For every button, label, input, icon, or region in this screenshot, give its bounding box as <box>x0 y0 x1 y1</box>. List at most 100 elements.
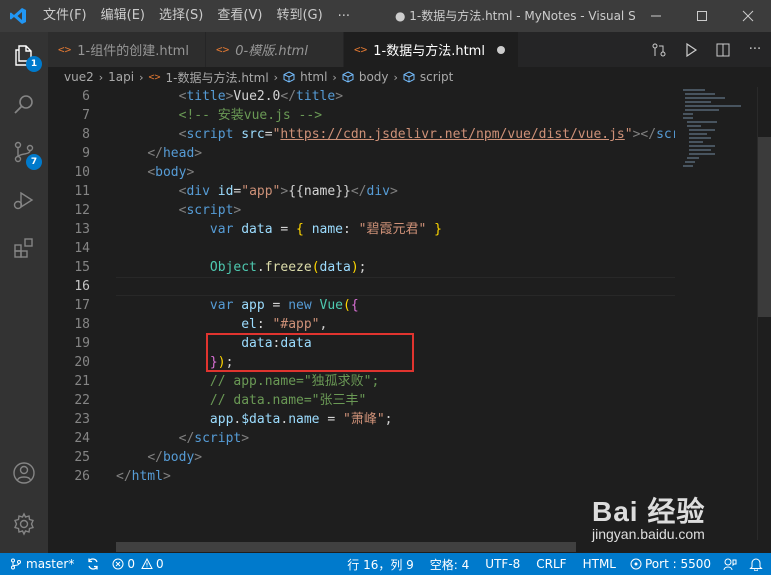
error-icon <box>112 558 124 570</box>
minimap-line <box>689 149 711 151</box>
html-file-icon: <> <box>216 43 230 56</box>
unsaved-dot-icon[interactable] <box>496 45 505 54</box>
tab-label: 1-数据与方法.html <box>373 44 485 59</box>
extensions-button[interactable] <box>0 224 48 272</box>
code-line: </script> <box>178 431 250 446</box>
code-line: // data.name="张三丰" <box>116 391 675 410</box>
breadcrumb-item[interactable]: body <box>359 70 389 84</box>
code-line: // app.name="独孤求败"; <box>116 372 675 391</box>
cube-icon <box>283 71 295 83</box>
live-server-port[interactable]: Port : 5500 <box>624 553 717 575</box>
open-changes-button[interactable] <box>643 32 675 67</box>
script-src-link[interactable]: https://cdn.jsdelivr.net/npm/vue/dist/vu… <box>280 127 624 142</box>
tab-component-creation[interactable]: <> 1-组件的创建.html <box>48 32 206 67</box>
tab-template[interactable]: <> 0-模版.html <box>206 32 344 67</box>
close-window-button[interactable] <box>725 0 771 32</box>
annotation-highlight-box <box>206 333 414 372</box>
code-line: <div id="app">{{name}}</div> <box>178 184 398 199</box>
source-control-button[interactable]: 7 <box>0 128 48 176</box>
branch-name: master* <box>26 557 75 571</box>
baidu-jingyan-watermark: Bai 经验 jingyan.baidu.com <box>588 490 758 550</box>
sync-button[interactable] <box>80 553 106 575</box>
search-icon <box>14 95 33 114</box>
menu-edit[interactable]: 编辑(E) <box>94 0 152 32</box>
menu-selection[interactable]: 选择(S) <box>152 0 210 32</box>
branch-indicator[interactable]: master* <box>0 553 80 575</box>
line-number: 9 <box>82 146 90 161</box>
indentation[interactable]: 空格: 4 <box>422 553 478 575</box>
search-button[interactable] <box>0 80 48 128</box>
minimap-line <box>683 117 693 119</box>
feedback-button[interactable] <box>717 553 743 575</box>
code-editor[interactable]: 6 7 8 9 10 11 12 13 14 15 16 17 18 19 20… <box>48 87 675 540</box>
line-number: 11 <box>74 184 90 199</box>
tab-data-and-methods[interactable]: <> 1-数据与方法.html <box>344 32 519 67</box>
maximize-button[interactable] <box>679 0 725 32</box>
menu-view[interactable]: 查看(V) <box>210 0 269 32</box>
code-line: </body> <box>147 450 203 465</box>
explorer-button[interactable]: 1 <box>0 32 48 80</box>
breadcrumb-item[interactable]: 1api <box>108 70 134 84</box>
end-of-line[interactable]: CRLF <box>528 553 574 575</box>
minimap[interactable] <box>675 87 757 540</box>
code-content[interactable]: <title>Vue2.0</title> <!-- 安装vue.js --> … <box>116 87 675 486</box>
breadcrumb-item[interactable]: 1-数据与方法.html <box>166 69 269 86</box>
tab-label: 1-组件的创建.html <box>77 44 189 59</box>
more-actions-button[interactable]: ··· <box>739 32 771 67</box>
problems-indicator[interactable]: 0 0 <box>106 553 169 575</box>
line-number: 21 <box>74 374 90 389</box>
line-number: 18 <box>74 317 90 332</box>
run-debug-button[interactable] <box>0 176 48 224</box>
vertical-scrollbar[interactable] <box>757 87 771 540</box>
menu-bar: 文件(F) 编辑(E) 选择(S) 查看(V) 转到(G) ··· <box>36 0 358 32</box>
chevron-right-icon: › <box>273 70 279 84</box>
code-line: var app = new Vue({ <box>209 298 359 313</box>
object-identifier: Object <box>209 260 257 275</box>
line-number: 8 <box>82 127 90 142</box>
scm-badge: 7 <box>26 154 42 170</box>
watermark-brand: Bai 经验 <box>592 496 706 527</box>
encoding[interactable]: UTF-8 <box>477 553 528 575</box>
accounts-button[interactable] <box>0 449 48 497</box>
notifications-button[interactable] <box>743 553 771 575</box>
split-editor-button[interactable] <box>707 32 739 67</box>
vertical-scroll-thumb[interactable] <box>758 137 771 317</box>
minimize-button[interactable] <box>633 0 679 32</box>
cursor-position[interactable]: 行 16，列 9 <box>339 553 422 575</box>
ellipsis-icon: ··· <box>748 42 762 57</box>
breadcrumb-item[interactable]: html <box>300 70 327 84</box>
title-bar: 文件(F) 编辑(E) 选择(S) 查看(V) 转到(G) ··· ● 1-数据… <box>0 0 771 32</box>
minimap-line <box>683 89 705 91</box>
minimap-line <box>685 93 715 95</box>
menu-file[interactable]: 文件(F) <box>36 0 94 32</box>
line-number: 15 <box>74 260 90 275</box>
breadcrumb-item[interactable]: vue2 <box>64 70 94 84</box>
account-icon <box>13 462 35 484</box>
menu-more-button[interactable]: ··· <box>330 9 358 24</box>
menu-go[interactable]: 转到(G) <box>269 0 329 32</box>
breadcrumb-item[interactable]: script <box>420 70 453 84</box>
minimap-line <box>689 141 703 143</box>
horizontal-scroll-thumb[interactable] <box>116 542 576 552</box>
error-count: 0 <box>127 557 135 571</box>
status-bar: master* 0 0 行 16，列 9 空格: 4 UTF-8 CRLF HT… <box>0 553 771 575</box>
cube-icon <box>403 71 415 83</box>
code-comment: // data.name="张三丰" <box>209 393 367 408</box>
line-number: 17 <box>74 298 90 313</box>
settings-button[interactable] <box>0 500 48 548</box>
mustache-expression: name <box>303 184 336 199</box>
window-title: ● 1-数据与方法.html - MyNotes - Visual St... <box>395 9 635 23</box>
chevron-right-icon: › <box>332 70 337 84</box>
function-name: freeze <box>264 260 312 275</box>
line-number: 12 <box>74 203 90 218</box>
line-number: 20 <box>74 355 90 370</box>
chevron-right-icon: › <box>98 70 104 84</box>
minimap-line <box>689 133 707 135</box>
language-mode[interactable]: HTML <box>575 553 624 575</box>
line-number: 23 <box>74 412 90 427</box>
explorer-badge: 1 <box>26 56 42 72</box>
class-name: Vue <box>319 298 343 313</box>
run-button[interactable] <box>675 32 707 67</box>
code-comment: // app.name="独孤求败"; <box>209 374 380 389</box>
